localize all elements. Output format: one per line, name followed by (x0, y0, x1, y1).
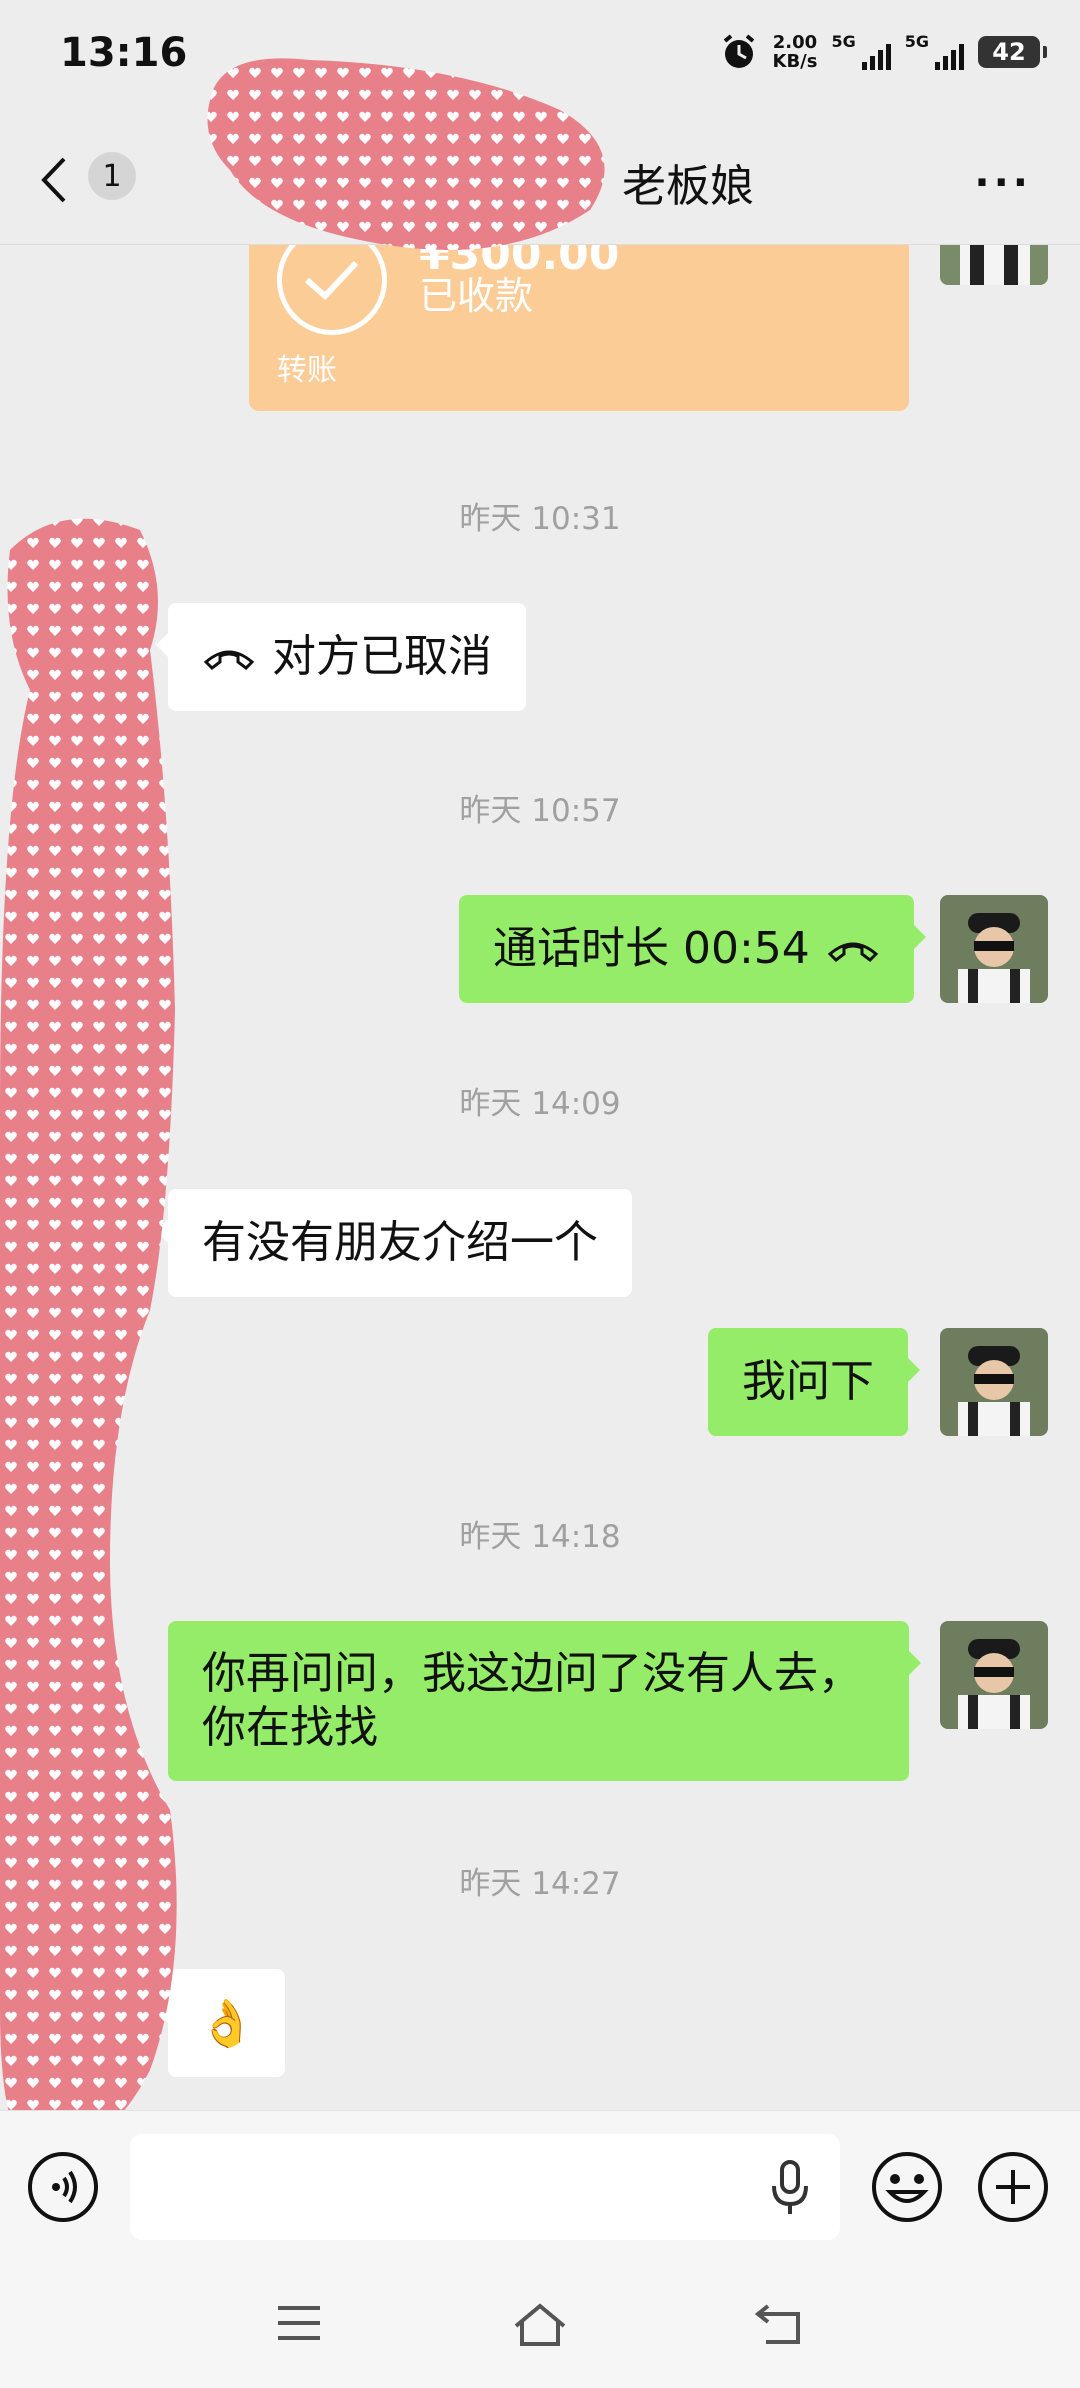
timestamp: 昨天 10:57 (459, 793, 621, 829)
chevron-left-icon (41, 157, 66, 203)
battery-indicator: 42 (978, 36, 1047, 68)
outgoing-text-message[interactable]: 我问下 (708, 1328, 920, 1436)
plus-circle-icon (978, 2152, 1048, 2222)
smiley-icon (872, 2152, 942, 2222)
network-speed: 2.00 KB/s (772, 32, 818, 72)
transfer-label: 转账 (277, 353, 337, 388)
timestamp: 昨天 14:18 (459, 1519, 621, 1555)
unread-count-badge[interactable]: 1 (88, 152, 136, 200)
outgoing-call-message[interactable]: 通话时长 00:54 (459, 895, 926, 1003)
transfer-card[interactable]: ¥300.00 已收款 转账 (249, 245, 909, 411)
alarm-icon (723, 34, 754, 68)
more-options-button[interactable]: ··· (974, 160, 1032, 206)
timestamp: 昨天 14:27 (459, 1866, 621, 1902)
status-time: 13:16 (60, 30, 188, 76)
status-icons: 2.00 KB/s 5G 5G 42 (719, 32, 1047, 72)
message-list[interactable]: ¥300.00 已收款 转账 昨天 10:31 对方已取消 昨天 10:57 通… (0, 245, 1080, 2110)
incoming-emoji-message[interactable]: 👌 (155, 1969, 286, 2077)
home-icon (514, 2303, 566, 2346)
voice-input-button[interactable] (28, 2152, 98, 2222)
my-avatar[interactable] (940, 895, 1048, 1003)
phone-hangup-icon (827, 942, 878, 962)
timestamp: 昨天 10:31 (459, 501, 621, 537)
chat-header (0, 120, 1080, 245)
back-button[interactable] (38, 150, 86, 210)
signal-5g-1: 5G (831, 34, 891, 70)
my-avatar[interactable] (940, 1328, 1048, 1436)
chat-title: 老板娘 (622, 161, 754, 212)
back-arrow-icon (754, 2304, 800, 2344)
microphone-icon[interactable] (770, 2160, 810, 2220)
message-input[interactable] (130, 2134, 840, 2240)
more-functions-button[interactable] (976, 2150, 1050, 2228)
back-nav-button[interactable] (754, 2302, 806, 2352)
emoji-button[interactable] (870, 2150, 944, 2228)
my-avatar[interactable] (940, 1621, 1048, 1729)
signal-bars-icon (861, 40, 891, 70)
menu-icon (278, 2306, 320, 2340)
outgoing-text-message[interactable]: 你再问问，我这边问了没有人去， 你在找找 (168, 1621, 921, 1781)
phone-hangup-icon (203, 650, 255, 670)
check-circle-icon (277, 245, 387, 335)
transfer-status: 已收款 (419, 274, 534, 318)
menu-nav-button[interactable] (274, 2302, 324, 2348)
signal-5g-2: 5G (905, 34, 964, 70)
voice-icon (52, 2170, 77, 2204)
incoming-text-message[interactable]: 有没有朋友介绍一个 (156, 1189, 632, 1297)
timestamp: 昨天 14:09 (459, 1086, 621, 1122)
incoming-call-message[interactable]: 对方已取消 (156, 603, 526, 711)
status-bar: 13:16 2.00 KB/s 5G 5G 42 (0, 0, 1080, 120)
home-nav-button[interactable] (510, 2302, 570, 2352)
signal-bars-icon (935, 40, 964, 70)
my-avatar[interactable] (940, 245, 1048, 285)
